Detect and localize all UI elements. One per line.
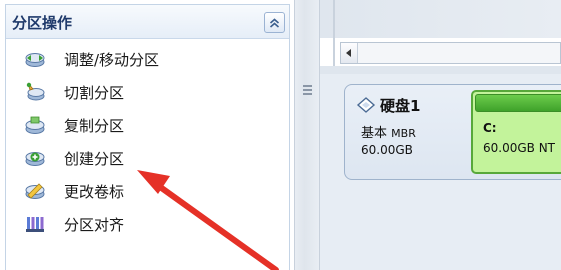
column-divider	[333, 0, 335, 74]
menu-item-label: 分区对齐	[64, 216, 125, 234]
menu-item-split[interactable]: 切割分区	[6, 76, 289, 109]
menu-item-label: 复制分区	[64, 117, 125, 135]
menu-item-label: 调整/移动分区	[64, 51, 160, 69]
disk-size: 60.00GB	[361, 143, 413, 157]
copy-partition-icon	[25, 116, 45, 134]
operations-menu: 调整/移动分区 切割分区 复制分区 创建分区 更改卷标 分区对齐	[6, 43, 289, 241]
horizontal-scrollbar[interactable]	[340, 42, 561, 64]
resize-partition-icon	[25, 53, 45, 67]
create-partition-icon	[25, 152, 45, 166]
disk-type: 基本 MBR	[361, 122, 416, 141]
split-partition-icon	[26, 82, 45, 101]
align-partition-icon	[26, 217, 44, 232]
pane-splitter[interactable]	[294, 0, 320, 270]
panel-title: 分区操作	[12, 14, 73, 32]
change-label-icon	[25, 183, 45, 199]
panel-header: 分区操作	[6, 5, 289, 39]
menu-item-resize-move[interactable]: 调整/移动分区	[6, 43, 289, 76]
hard-disk-icon	[356, 97, 376, 113]
menu-item-label: 切割分区	[64, 84, 125, 102]
collapse-button[interactable]	[264, 12, 285, 33]
menu-item-copy[interactable]: 复制分区	[6, 109, 289, 142]
menu-item-create[interactable]: 创建分区	[6, 142, 289, 175]
disk-type-label: 基本	[361, 126, 388, 141]
disk-name: 硬盘1	[380, 97, 421, 115]
menu-item-label: 更改卷标	[64, 183, 125, 201]
menu-item-label: 创建分区	[64, 150, 125, 168]
triangle-left-icon	[346, 49, 351, 57]
partition-usage-bar	[475, 94, 561, 112]
double-chevron-up-icon	[269, 17, 280, 28]
menu-item-align[interactable]: 分区对齐	[6, 208, 289, 241]
scroll-left-button[interactable]	[341, 43, 358, 63]
partition-size: 60.00GB NT	[483, 141, 556, 155]
splitter-grip-icon[interactable]	[303, 85, 312, 97]
disk-list-header	[320, 66, 561, 74]
toolbar-strip	[320, 0, 561, 38]
menu-item-change-label[interactable]: 更改卷标	[6, 175, 289, 208]
partition-operations-panel: 分区操作 调整/移动分区 切割分区 复制分区 创建分区 更改卷标 分区对齐	[5, 4, 290, 270]
partition-letter: C:	[483, 121, 497, 135]
app-window: 分区操作 调整/移动分区 切割分区 复制分区 创建分区 更改卷标 分区对齐 硬盘…	[0, 0, 561, 270]
partition-table-type: MBR	[391, 127, 416, 140]
